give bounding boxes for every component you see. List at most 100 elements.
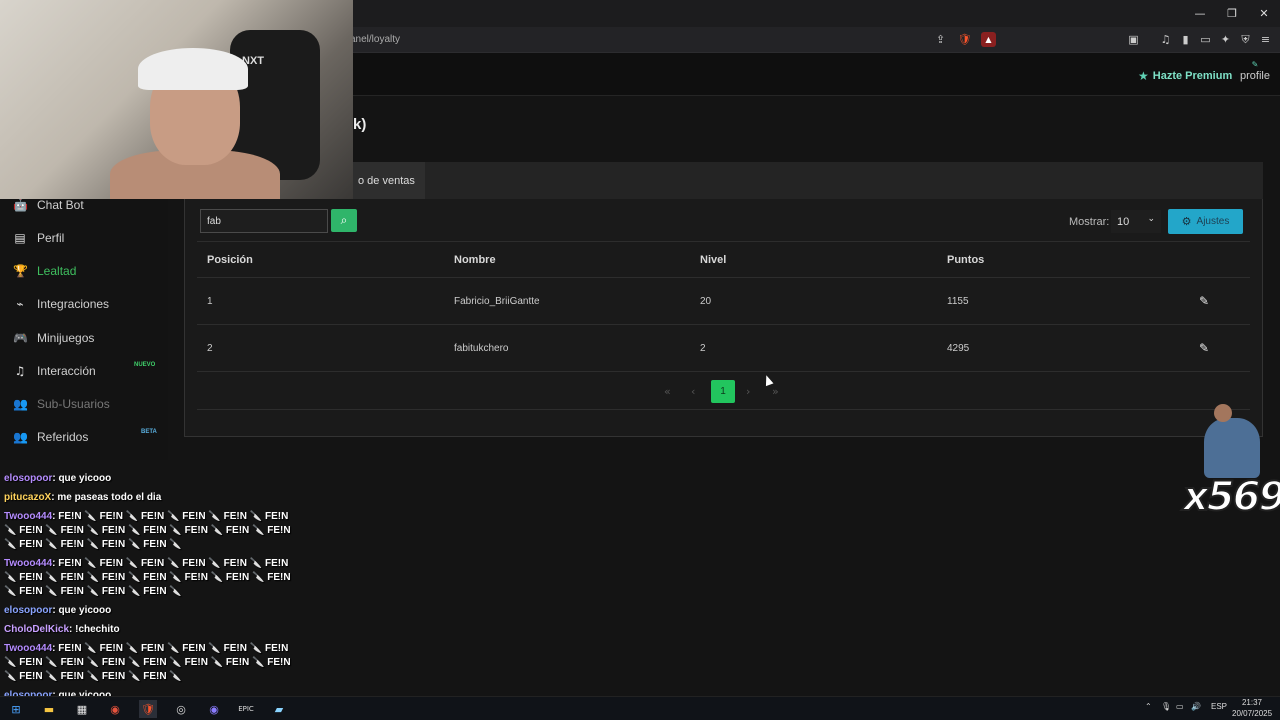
tray-chevron-icon[interactable]: ⌃ [1145, 702, 1152, 711]
page-size-value: 10 [1117, 215, 1130, 228]
edit-pencil-icon[interactable]: ✎ [1199, 341, 1209, 355]
table-cell-level: 20 [700, 296, 712, 307]
chat-message: elosopoor: que yicooo [4, 473, 112, 484]
windows-start-icon[interactable]: ⊞ [7, 700, 25, 718]
star-icon: ★ [1138, 69, 1149, 83]
chat-message: Twooo444: FE!N 🔪 FE!N 🔪 FE!N 🔪 FE!N 🔪 FE… [4, 511, 289, 522]
premium-link[interactable]: ★ Hazte Premium [1138, 69, 1232, 83]
microphone-icon[interactable]: 🎙 [1161, 702, 1171, 711]
minimize-button[interactable]: — [1184, 0, 1216, 27]
taskbar-clock[interactable]: 21:37 20/07/2025 [1232, 696, 1272, 719]
url-text[interactable]: anel/loyalty [350, 34, 400, 45]
vpn-icon[interactable]: ⛨ [1238, 32, 1253, 47]
discord-icon[interactable]: ◉ [205, 700, 223, 718]
chrome-icon[interactable]: ◉ [106, 700, 124, 718]
share-icon[interactable]: ⇪ [933, 32, 948, 47]
column-header-nivel: Nivel [700, 254, 727, 266]
wallet-icon[interactable]: ▭ [1198, 32, 1213, 47]
sidebar-item-label: Sub-Usuarios [37, 397, 110, 411]
network-icon[interactable]: ▭ [1176, 702, 1184, 711]
plug-icon: ⌁ [16, 297, 24, 311]
first-page-button[interactable]: « [664, 380, 671, 402]
edit-pencil-icon[interactable]: ✎ [1199, 294, 1209, 308]
sidebar-item-lealtad[interactable]: 🏆 Lealtad [0, 256, 168, 286]
sidebar-item-referidos[interactable]: 👥 Referidos [0, 422, 168, 452]
robot-icon: 🤖 [13, 198, 28, 212]
mostrar-label: Mostrar: [1069, 216, 1110, 228]
chat-user: elosopoor [4, 605, 53, 616]
ajustes-label: Ajustes [1196, 216, 1230, 227]
sidebar: 🤖 Chat Bot ▤ Perfil 🏆 Lealtad ⌁ Integrac… [0, 190, 168, 460]
chat-text: 🔪 FE!N 🔪 FE!N 🔪 FE!N 🔪 FE!N 🔪 FE!N 🔪 FE!… [4, 525, 291, 536]
profile-link[interactable]: ✎ profile [1238, 60, 1272, 82]
sidebar-icon[interactable]: ▮ [1178, 32, 1193, 47]
next-page-button[interactable]: › [746, 380, 750, 402]
chat-message: elosopoor: que yicooo [4, 605, 112, 616]
chat-user: Twooo444 [4, 511, 53, 522]
table-cell-points: 1155 [947, 296, 969, 307]
leo-icon[interactable]: ✦ [1218, 32, 1233, 47]
sidebar-item-label: Interacción [37, 364, 96, 378]
chat-message: Twooo444: FE!N 🔪 FE!N 🔪 FE!N 🔪 FE!N 🔪 FE… [4, 643, 289, 654]
sidebar-item-label: Lealtad [37, 264, 77, 278]
maximize-button[interactable]: ❐ [1216, 0, 1248, 27]
store-icon[interactable]: ▦ [73, 700, 91, 718]
sidebar-item-label: Perfil [37, 231, 65, 245]
taskbar: ⊞ ▬ ▦ ◉ 🛡 ◎ ◉ EPIC ▰ ⌃ 🎙 ▭ 🔊 ESP [0, 696, 1280, 720]
epic-games-icon[interactable]: EPIC [237, 700, 255, 718]
brave-icon[interactable]: 🛡 [139, 700, 157, 718]
search-icon: ⌕ [340, 213, 348, 227]
brave-shields-icon[interactable]: 🛡 [957, 32, 972, 47]
chat-text: que yicooo [58, 473, 112, 484]
page-size-select[interactable]: 10 ⌄ [1111, 210, 1161, 233]
music-icon: ♫ [14, 364, 26, 378]
gears-icon: ⚙ [1181, 215, 1192, 228]
column-header-nombre: Nombre [454, 254, 496, 266]
close-window-button[interactable]: ✕ [1248, 0, 1280, 27]
chat-message: 🔪 FE!N 🔪 FE!N 🔪 FE!N 🔪 FE!N 🔪 [4, 586, 182, 597]
table-cell-position: 2 [207, 343, 213, 354]
sidebar-item-minijuegos[interactable]: 🎮 Minijuegos [0, 323, 168, 353]
rewards-icon[interactable]: ▲ [981, 32, 996, 47]
file-explorer-icon[interactable]: ▬ [40, 700, 58, 718]
divider [197, 241, 1250, 242]
tab-ventas[interactable]: o de ventas [353, 162, 425, 199]
table-cell-name: fabitukchero [454, 343, 509, 354]
menu-icon[interactable]: ≡ [1258, 32, 1273, 47]
prev-page-button[interactable]: ‹ [691, 380, 695, 402]
figure-head [1214, 404, 1232, 422]
obs-icon[interactable]: ◎ [172, 700, 190, 718]
volume-icon[interactable]: 🔊 [1191, 702, 1201, 711]
webcam-overlay: NXT [0, 0, 353, 199]
gamepad-icon: 🎮 [13, 331, 28, 345]
sidebar-item-label: Referidos [37, 430, 89, 444]
divider [197, 277, 1250, 278]
sidebar-item-interaccion[interactable]: ♫ Interacción [0, 356, 168, 386]
sidebar-item-integraciones[interactable]: ⌁ Integraciones [0, 289, 168, 319]
trophy-icon: 🏆 [13, 264, 28, 278]
sidebar-item-label: Minijuegos [37, 331, 95, 345]
overlay-counter: x569 [1182, 473, 1280, 521]
column-header-posicion: Posición [207, 254, 253, 266]
tab-icon[interactable]: ▣ [1126, 32, 1141, 47]
app-icon[interactable]: ▰ [270, 700, 288, 718]
sidebar-item-label: Integraciones [37, 297, 110, 311]
chat-text: FE!N 🔪 FE!N 🔪 FE!N 🔪 FE!N 🔪 FE!N 🔪 FE!N [58, 558, 289, 569]
current-page-button[interactable]: 1 [711, 380, 735, 403]
divider [197, 409, 1250, 410]
sidebar-item-sub-usuarios[interactable]: 👥 Sub-Usuarios [0, 389, 168, 419]
webcam-person-cap [138, 48, 248, 90]
chat-message: 🔪 FE!N 🔪 FE!N 🔪 FE!N 🔪 FE!N 🔪 FE!N 🔪 FE!… [4, 572, 291, 583]
language-indicator[interactable]: ESP [1211, 702, 1227, 711]
media-icon[interactable]: ♫ [1158, 32, 1173, 47]
search-button[interactable]: ⌕ [331, 209, 357, 232]
clock-date: 20/07/2025 [1232, 709, 1273, 718]
user-group-icon: 👥 [13, 430, 28, 444]
table-cell-position: 1 [207, 296, 213, 307]
premium-label: Hazte Premium [1152, 70, 1233, 82]
ajustes-button[interactable]: ⚙ Ajustes [1168, 209, 1243, 234]
chat-message: pitucazoX: me paseas todo el dia [4, 492, 162, 503]
chat-text: 🔪 FE!N 🔪 FE!N 🔪 FE!N 🔪 FE!N 🔪 FE!N 🔪 FE!… [4, 572, 291, 583]
sidebar-item-perfil[interactable]: ▤ Perfil [0, 223, 168, 253]
search-input[interactable] [200, 209, 328, 233]
